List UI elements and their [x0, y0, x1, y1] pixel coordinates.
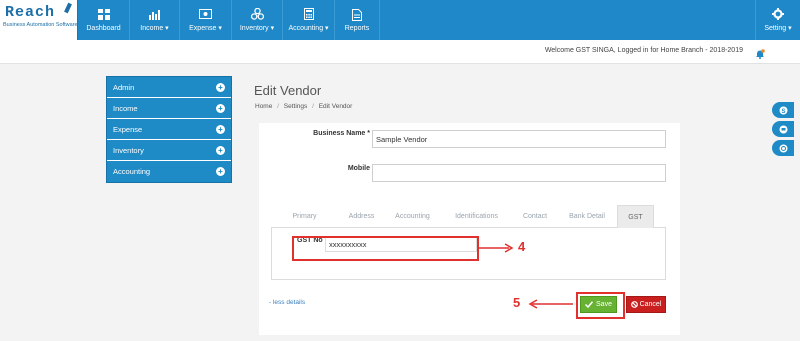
less-details-link[interactable]: - less details: [269, 299, 305, 306]
sidebar-item-label: Expense: [113, 124, 143, 134]
expand-plus-icon[interactable]: +: [216, 104, 225, 113]
gst-highlight-box: [292, 236, 479, 261]
vendor-tabs: Primary Address Accounting Identificatio…: [271, 205, 666, 228]
nav-dashboard-label: Dashboard: [86, 24, 121, 32]
notification-bell-icon[interactable]: [755, 46, 765, 59]
expand-plus-icon[interactable]: +: [216, 167, 225, 176]
tab-primary[interactable]: Primary: [271, 205, 338, 228]
nav-inventory-label: Inventory ▾: [239, 25, 275, 32]
welcome-message: Welcome GST SINGA, Logged in for Home Br…: [544, 47, 743, 54]
expand-plus-icon[interactable]: +: [216, 146, 225, 155]
nav-expense-label: Expense ▾: [189, 25, 222, 32]
sidebar-item-label: Accounting: [113, 167, 151, 176]
dashboard-icon: [97, 9, 111, 21]
logo-tick: [64, 2, 72, 14]
tab-accounting[interactable]: Accounting: [385, 205, 440, 228]
mobile-label: Mobile: [347, 165, 370, 172]
business-name-label: Business Name *: [313, 130, 370, 137]
nav-accounting[interactable]: Accounting ▾: [283, 0, 335, 40]
logo-wordmark: Reach: [5, 4, 56, 21]
nav-income-label: Income ▾: [140, 25, 169, 32]
help-icon: [779, 144, 787, 152]
sidebar-item-accounting[interactable]: Accounting +: [107, 161, 231, 182]
skype-icon: S: [779, 106, 787, 114]
required-marker: *: [367, 130, 370, 137]
income-chart-icon: [148, 8, 162, 20]
sidebar-menu: Admin + Income + Expense + Inventory + A…: [106, 76, 232, 183]
nav-accounting-label: Accounting ▾: [288, 25, 329, 32]
reach-logo[interactable]: Reach Business Automation Software: [0, 0, 78, 40]
chat-icon: [779, 125, 787, 133]
breadcrumb-separator: /: [312, 103, 314, 110]
cancel-button[interactable]: Cancel: [626, 296, 666, 313]
breadcrumb-settings[interactable]: Settings: [284, 103, 308, 110]
expand-plus-icon[interactable]: +: [216, 125, 225, 134]
breadcrumb-home[interactable]: Home: [255, 103, 272, 110]
sidebar-item-label: Income: [113, 103, 138, 113]
gear-icon: [771, 8, 785, 20]
calculator-icon: [302, 8, 316, 20]
nav-reports[interactable]: Reports: [335, 0, 380, 40]
tab-address[interactable]: Address: [338, 205, 385, 228]
svg-text:S: S: [781, 108, 785, 114]
sidebar-item-label: Inventory: [113, 145, 144, 155]
nav-reports-label: Reports: [344, 24, 370, 32]
tab-contact[interactable]: Contact: [513, 205, 557, 228]
nav-income[interactable]: Income ▾: [130, 0, 180, 40]
expense-cash-icon: [199, 8, 213, 20]
nav-expense[interactable]: Expense ▾: [180, 0, 232, 40]
sidebar-item-income[interactable]: Income +: [107, 98, 231, 119]
step-number-4: 4: [518, 239, 526, 254]
tab-gst[interactable]: GST: [617, 205, 654, 228]
breadcrumb: Home / Settings / Edit Vendor: [255, 103, 355, 110]
business-name-input[interactable]: Sample Vendor: [372, 130, 666, 148]
annotation-arrow-icon: [479, 243, 514, 253]
step-number-5: 5: [513, 295, 521, 310]
annotation-arrow-icon: [528, 299, 573, 309]
float-help-button[interactable]: [772, 140, 794, 156]
inventory-cubes-icon: [250, 8, 264, 20]
breadcrumb-separator: /: [277, 103, 279, 110]
save-highlight-box: [576, 292, 625, 319]
top-navbar: Reach Business Automation Software Dashb…: [0, 0, 800, 40]
breadcrumb-current: Edit Vendor: [318, 103, 353, 110]
logo-tagline: Business Automation Software: [3, 22, 78, 28]
sidebar-item-label: Admin: [113, 82, 135, 92]
page-title: Edit Vendor: [254, 83, 322, 98]
sidebar-item-inventory[interactable]: Inventory +: [107, 140, 231, 161]
float-chat-button[interactable]: [772, 121, 794, 137]
tab-identifications[interactable]: Identifications: [440, 205, 513, 228]
nav-setting-label: Setting ▾: [764, 25, 792, 32]
nav-inventory[interactable]: Inventory ▾: [232, 0, 283, 40]
nav-dashboard[interactable]: Dashboard: [78, 0, 130, 40]
mobile-input[interactable]: [372, 164, 666, 182]
tab-bank-detail[interactable]: Bank Detail: [557, 205, 617, 228]
ban-icon: [630, 301, 638, 308]
report-document-icon: [350, 8, 364, 21]
sidebar-item-admin[interactable]: Admin +: [107, 77, 231, 98]
welcome-bar: Welcome GST SINGA, Logged in for Home Br…: [0, 40, 800, 64]
expand-plus-icon[interactable]: +: [216, 83, 225, 92]
float-skype-button[interactable]: S: [772, 102, 794, 118]
sidebar-item-expense[interactable]: Expense +: [107, 119, 231, 140]
nav-setting[interactable]: Setting ▾: [755, 0, 800, 40]
